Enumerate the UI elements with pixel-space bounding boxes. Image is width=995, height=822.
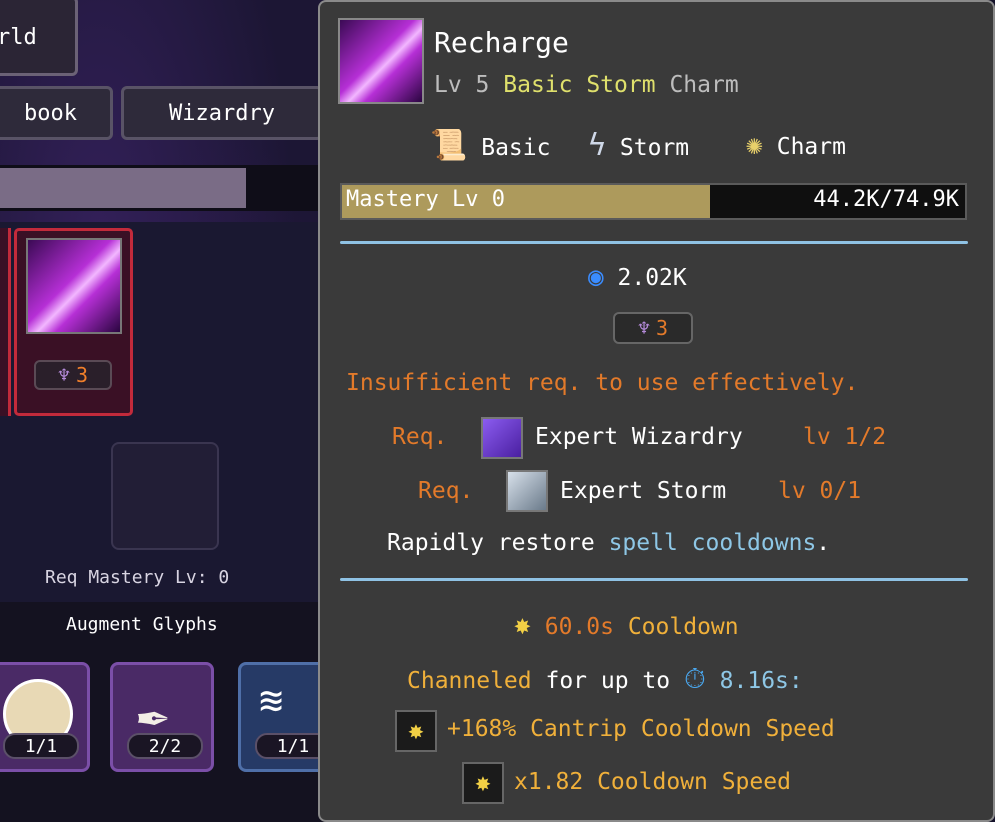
augment-glyphs-title: Augment Glyphs <box>66 614 218 635</box>
effect-2: x1.82 Cooldown Speed <box>514 769 791 795</box>
req-name-2: Expert Storm <box>560 478 727 504</box>
insufficient-warning: Insufficient req. to use effectively. <box>346 370 859 396</box>
glyph-feather[interactable]: ✒ 2/2 <box>110 662 214 772</box>
tag-storm: ϟ Storm <box>588 128 690 163</box>
cooldown-line: ✸ 60.0s Cooldown <box>514 608 739 641</box>
scroll-icon: 📜 <box>430 128 468 163</box>
empty-glyph-slot[interactable] <box>111 442 219 550</box>
charm-icon: ✺ <box>746 128 763 161</box>
world-button[interactable]: rld <box>0 0 78 76</box>
recharge-icon <box>338 18 424 104</box>
glyph-cost-badge: ♆ 3 <box>34 360 112 390</box>
tab-wizardry[interactable]: Wizardry <box>121 86 323 140</box>
spell-tooltip <box>318 0 995 822</box>
cooldown-burst-icon: ✸ <box>462 762 504 804</box>
tag-charm: ✺ Charm <box>746 128 846 161</box>
channel-line: Channeled for up to ⏱ 8.16s: <box>407 662 803 695</box>
spell-category: Basic Storm <box>503 72 656 98</box>
glyph-turtle[interactable]: 1/1 <box>0 662 90 772</box>
mana-cost: ◉ 2.02K <box>588 262 687 292</box>
mastery-label: Mastery Lv 0 <box>346 187 505 212</box>
progress-bar-fill <box>0 168 246 208</box>
spell-subtitle: Lv 5 Basic Storm Charm <box>434 72 739 98</box>
effect-1: +168% Cantrip Cooldown Speed <box>447 716 835 742</box>
divider <box>340 578 968 581</box>
wizardry-book-icon <box>481 417 523 459</box>
req-prefix-1: Req. <box>392 424 448 450</box>
spell-charm: Charm <box>669 72 739 98</box>
mana-swirl-icon: ◉ <box>588 262 604 292</box>
glyph-cost-badge-tooltip: ♆ 3 <box>613 312 693 344</box>
spell-level: Lv 5 <box>434 72 490 98</box>
stopwatch-icon: ⏱ <box>683 662 706 695</box>
tag-basic: 📜 Basic <box>430 128 551 163</box>
req-prefix-2: Req. <box>418 478 474 504</box>
mastery-value: 44.2K/74.9K <box>813 187 959 212</box>
spell-name: Recharge <box>434 26 569 59</box>
glyph-icon: ♆ <box>637 316 650 340</box>
spell-description: Rapidly restore spell cooldowns. <box>387 530 831 556</box>
spell-card-partial[interactable] <box>0 228 11 416</box>
storm-book-icon <box>506 470 548 512</box>
tab-spellbook[interactable]: book <box>0 86 113 140</box>
divider <box>340 241 968 244</box>
storm-icon: ϟ <box>588 128 607 163</box>
req-level-1: lv 1/2 <box>803 424 887 450</box>
req-name-1: Expert Wizardry <box>535 424 743 450</box>
cooldown-burst-icon: ✸ <box>395 710 437 752</box>
req-level-2: lv 0/1 <box>778 478 862 504</box>
recharge-spell-icon <box>26 238 122 334</box>
wave-icon: ≋ <box>259 678 284 724</box>
glyph-icon: ♆ <box>57 363 70 387</box>
world-button-label: rld <box>0 25 37 50</box>
cooldown-burst-icon: ✸ <box>514 608 531 641</box>
req-mastery-label: Req Mastery Lv: 0 <box>45 567 230 588</box>
